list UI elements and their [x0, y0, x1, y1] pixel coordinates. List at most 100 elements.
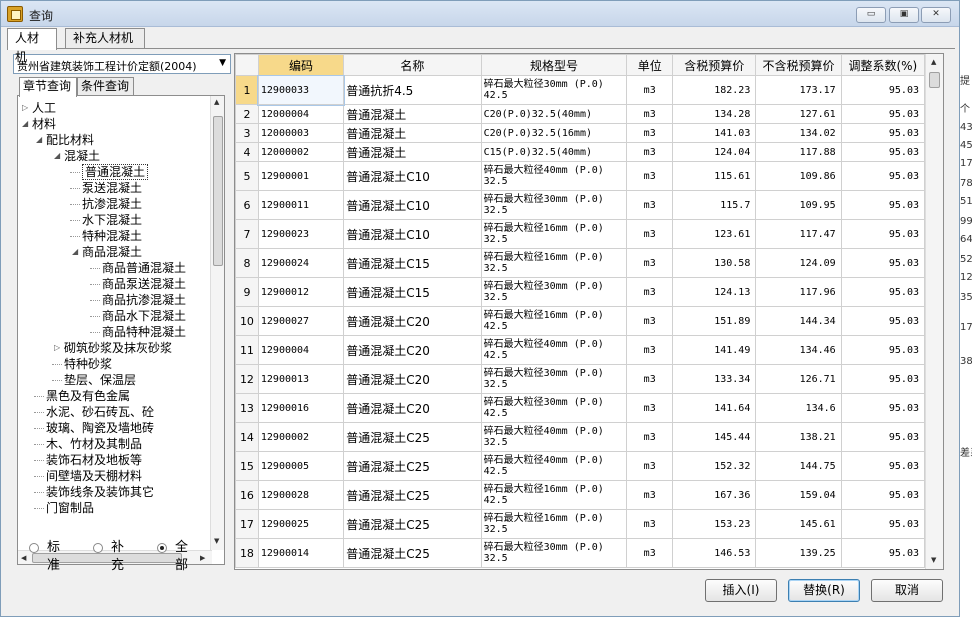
- code-cell[interactable]: 12900001: [257, 161, 345, 191]
- minimize-button[interactable]: ▭: [856, 7, 886, 23]
- unit-cell[interactable]: m3: [626, 509, 674, 539]
- scroll-left-icon[interactable]: ◀: [21, 554, 26, 562]
- tree-item[interactable]: 配比材料: [46, 132, 94, 148]
- tax-price-cell[interactable]: 152.32: [672, 451, 757, 481]
- coefficient-cell[interactable]: 95.03: [840, 335, 926, 365]
- notax-price-cell[interactable]: 138.21: [755, 422, 842, 452]
- spec-cell[interactable]: 碎石最大粒径16mm (P.0) 32.5: [480, 219, 628, 249]
- tax-price-cell[interactable]: 167.36: [672, 480, 757, 510]
- scroll-up-icon[interactable]: ▲: [931, 58, 936, 66]
- coefficient-cell[interactable]: 95.03: [840, 306, 926, 336]
- unit-cell[interactable]: m3: [626, 422, 674, 452]
- row-number[interactable]: 13: [235, 393, 259, 423]
- notax-price-cell[interactable]: 109.86: [755, 161, 842, 191]
- unit-cell[interactable]: m3: [626, 123, 674, 143]
- code-cell[interactable]: 12900012: [257, 277, 345, 307]
- tree-item[interactable]: 商品普通混凝土: [102, 260, 186, 276]
- notax-price-cell[interactable]: 126.71: [755, 364, 842, 394]
- tax-price-cell[interactable]: 123.61: [672, 219, 757, 249]
- spec-cell[interactable]: 碎石最大粒径16mm (P.0) 42.5: [480, 480, 628, 510]
- coefficient-cell[interactable]: 95.03: [840, 364, 926, 394]
- name-cell[interactable]: 普通混凝土C20: [343, 335, 482, 365]
- expand-icon[interactable]: ▷: [22, 103, 28, 112]
- row-number[interactable]: 17: [235, 509, 259, 539]
- tree-item[interactable]: 特种砂浆: [64, 356, 112, 372]
- coefficient-cell[interactable]: 95.03: [840, 480, 926, 510]
- unit-cell[interactable]: m3: [626, 277, 674, 307]
- name-cell[interactable]: 普通混凝土C25: [343, 480, 482, 510]
- collapse-icon[interactable]: ◢: [36, 135, 42, 144]
- notax-price-cell[interactable]: 117.88: [755, 142, 842, 162]
- unit-cell[interactable]: m3: [626, 190, 674, 220]
- table-row[interactable]: 18 12900014 普通混凝土C25 碎石最大粒径30mm (P.0) 32.5 m…: [235, 538, 926, 568]
- tree-item[interactable]: 门窗制品: [46, 500, 94, 516]
- coefficient-cell[interactable]: 95.03: [840, 123, 926, 143]
- notax-price-cell[interactable]: 134.6: [755, 393, 842, 423]
- name-cell[interactable]: 普通混凝土C10: [343, 190, 482, 220]
- quota-library-select[interactable]: 贵州省建筑装饰工程计价定额(2004) ▼: [13, 54, 231, 74]
- spec-cell[interactable]: 碎石最大粒径16mm (P.0) 42.5: [480, 306, 628, 336]
- tree-item[interactable]: 商品泵送混凝土: [102, 276, 186, 292]
- row-number[interactable]: 7: [235, 219, 259, 249]
- unit-cell[interactable]: m3: [626, 538, 674, 568]
- spec-cell[interactable]: 碎石最大粒径30mm (P.0) 32.5: [480, 190, 628, 220]
- tab-labor-material-machine[interactable]: 人材机: [7, 28, 57, 64]
- tab-chapter-query[interactable]: 章节查询: [19, 77, 77, 97]
- close-button[interactable]: ✕: [921, 7, 951, 23]
- name-cell[interactable]: 普通混凝土C15: [343, 277, 482, 307]
- unit-cell[interactable]: m3: [626, 335, 674, 365]
- grid-vscroll-thumb[interactable]: [929, 72, 940, 88]
- code-cell[interactable]: 12900028: [257, 480, 345, 510]
- name-cell[interactable]: 普通混凝土C25: [343, 422, 482, 452]
- notax-price-cell[interactable]: 159.04: [755, 480, 842, 510]
- tax-price-cell[interactable]: 145.44: [672, 422, 757, 452]
- notax-price-cell[interactable]: 117.96: [755, 277, 842, 307]
- tax-price-cell[interactable]: 141.49: [672, 335, 757, 365]
- row-number[interactable]: 4: [235, 142, 259, 162]
- spec-cell[interactable]: C20(P.0)32.5(16mm): [480, 123, 628, 143]
- code-cell[interactable]: 12900002: [257, 422, 345, 452]
- spec-cell[interactable]: 碎石最大粒径30mm (P.0) 32.5: [480, 364, 628, 394]
- name-cell[interactable]: 普通混凝土C15: [343, 248, 482, 278]
- spec-cell[interactable]: 碎石最大粒径30mm (P.0) 42.5: [480, 75, 628, 105]
- tree-item[interactable]: 材料: [32, 116, 56, 132]
- notax-price-cell[interactable]: 145.61: [755, 509, 842, 539]
- row-number[interactable]: 2: [235, 104, 259, 124]
- notax-price-cell[interactable]: 144.75: [755, 451, 842, 481]
- code-cell[interactable]: 12900023: [257, 219, 345, 249]
- tax-price-cell[interactable]: 141.64: [672, 393, 757, 423]
- tree-item[interactable]: 混凝土: [64, 148, 100, 164]
- tax-price-cell[interactable]: 115.61: [672, 161, 757, 191]
- row-number[interactable]: 11: [235, 335, 259, 365]
- radio-circle[interactable]: [93, 543, 103, 553]
- code-cell[interactable]: 12900033: [257, 74, 345, 106]
- tax-price-cell[interactable]: 146.53: [672, 538, 757, 568]
- code-cell[interactable]: 12900005: [257, 451, 345, 481]
- table-row[interactable]: 5 12900001 普通混凝土C10 碎石最大粒径40mm (P.0) 32.5 m3…: [235, 161, 926, 191]
- tree-item[interactable]: 黑色及有色金属: [46, 388, 130, 404]
- code-cell[interactable]: 12900013: [257, 364, 345, 394]
- tax-price-cell[interactable]: 124.04: [672, 142, 757, 162]
- col-header-notax-price[interactable]: 不含税预算价: [755, 54, 842, 76]
- col-header-unit[interactable]: 单位: [626, 54, 674, 76]
- collapse-icon[interactable]: ◢: [72, 247, 78, 256]
- insert-button[interactable]: 插入(I): [705, 579, 777, 602]
- replace-button[interactable]: 替换(R): [788, 579, 860, 602]
- tab-supplementary[interactable]: 补充人材机: [65, 28, 145, 49]
- notax-price-cell[interactable]: 173.17: [755, 75, 842, 105]
- tree-item[interactable]: 砌筑砂浆及抹灰砂浆: [64, 340, 172, 356]
- name-cell[interactable]: 普通混凝土: [343, 104, 482, 124]
- row-number[interactable]: 16: [235, 480, 259, 510]
- table-row[interactable]: 13 12900016 普通混凝土C20 碎石最大粒径30mm (P.0) 42.5 m…: [235, 393, 926, 423]
- table-row[interactable]: 6 12900011 普通混凝土C10 碎石最大粒径30mm (P.0) 32.5 m3…: [235, 190, 926, 220]
- tree-item[interactable]: 普通混凝土: [82, 164, 149, 180]
- unit-cell[interactable]: m3: [626, 306, 674, 336]
- tree-item[interactable]: 商品混凝土: [82, 244, 142, 260]
- name-cell[interactable]: 普通混凝土: [343, 123, 482, 143]
- notax-price-cell[interactable]: 117.47: [755, 219, 842, 249]
- name-cell[interactable]: 普通混凝土C25: [343, 538, 482, 568]
- spec-cell[interactable]: C15(P.0)32.5(40mm): [480, 142, 628, 162]
- tree-item[interactable]: 垫层、保温层: [64, 372, 136, 388]
- cancel-button[interactable]: 取消: [871, 579, 943, 602]
- coefficient-cell[interactable]: 95.03: [840, 161, 926, 191]
